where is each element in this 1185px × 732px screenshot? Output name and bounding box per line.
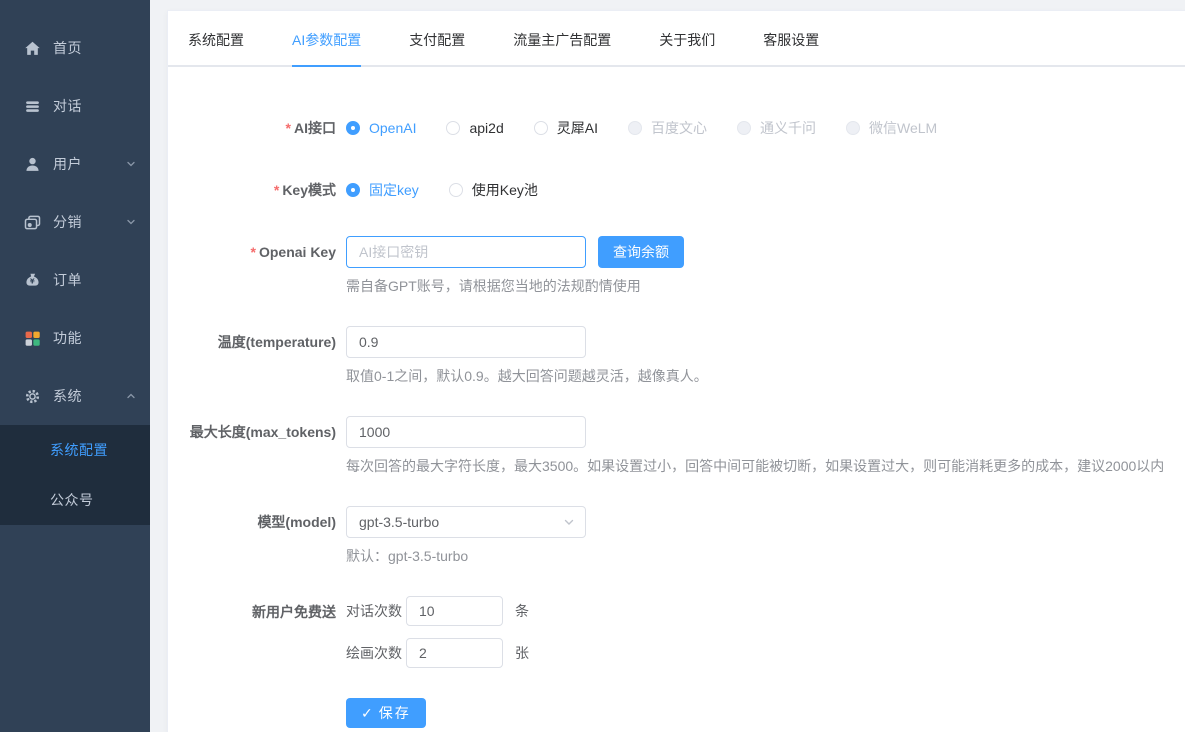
ai-params-form: *AI接口 OpenAI api2d 灵犀AI — [168, 67, 1185, 728]
required-asterisk: * — [251, 244, 256, 260]
chevron-down-icon — [126, 159, 136, 169]
money-bag-icon: ¥ — [24, 272, 41, 289]
openai-key-help-text: 需自备GPT账号，请根据您当地的法规酌情使用 — [346, 276, 684, 296]
sidebar-item-features[interactable]: 功能 — [0, 309, 150, 367]
tab-system-config[interactable]: 系统配置 — [188, 11, 244, 65]
model-help-text: 默认：gpt-3.5-turbo — [346, 546, 586, 566]
field-label: 温度(temperature) — [168, 326, 336, 386]
submenu-item-official-account[interactable]: 公众号 — [0, 475, 150, 525]
radio-lingxi-ai[interactable]: 灵犀AI — [534, 118, 598, 138]
check-icon: ✓ — [361, 705, 373, 722]
sidebar-item-system[interactable]: 系统 — [0, 367, 150, 425]
model-select[interactable]: gpt-3.5-turbo — [346, 506, 586, 538]
home-icon — [24, 40, 41, 57]
draw-quota-row: 绘画次数 张 — [346, 638, 529, 668]
radio-dot-icon — [346, 121, 360, 135]
save-button[interactable]: ✓ 保存 — [346, 698, 426, 728]
form-item-free-quota: 新用户免费送 对话次数 条 绘画次数 张 — [168, 596, 1185, 668]
gear-icon — [24, 388, 41, 405]
ai-interface-radio-group: OpenAI api2d 灵犀AI 百度文心 — [346, 112, 967, 144]
radio-dot-icon — [846, 121, 860, 135]
features-grid-icon — [24, 330, 41, 347]
tab-customer-service[interactable]: 客服设置 — [763, 11, 819, 65]
chat-quota-label: 对话次数 — [346, 601, 402, 621]
radio-dot-icon — [628, 121, 642, 135]
chevron-down-icon — [563, 516, 575, 528]
sidebar-item-label: 用户 — [53, 154, 82, 174]
chat-quota-input[interactable] — [406, 596, 503, 626]
tab-payment-config[interactable]: 支付配置 — [409, 11, 465, 65]
form-item-model: 模型(model) gpt-3.5-turbo 默认：gpt-3.5-turbo — [168, 506, 1185, 566]
draw-quota-label: 绘画次数 — [346, 643, 402, 663]
form-item-max-tokens: 最大长度(max_tokens) 每次回答的最大字符长度，最大3500。如果设置… — [168, 416, 1185, 476]
radio-key-pool[interactable]: 使用Key池 — [449, 180, 538, 200]
max-tokens-help-text: 每次回答的最大字符长度，最大3500。如果设置过小，回答中间可能被切断，如果设置… — [346, 456, 1164, 476]
sidebar-item-label: 对话 — [53, 96, 82, 116]
chat-list-icon — [24, 98, 41, 115]
radio-tongyi-qianwen: 通义千问 — [737, 118, 816, 138]
required-asterisk: * — [274, 182, 279, 198]
radio-api2d[interactable]: api2d — [446, 120, 503, 136]
form-item-ai-interface: *AI接口 OpenAI api2d 灵犀AI — [168, 112, 1185, 144]
form-item-temperature: 温度(temperature) 取值0-1之间，默认0.9。越大回答问题越灵活，… — [168, 326, 1185, 386]
chevron-down-icon — [126, 217, 136, 227]
submenu-item-system-config[interactable]: 系统配置 — [0, 425, 150, 475]
svg-text:¥: ¥ — [30, 277, 35, 285]
radio-openai[interactable]: OpenAI — [346, 120, 416, 136]
sidebar-item-label: 功能 — [53, 328, 82, 348]
chat-quota-unit: 条 — [515, 601, 529, 621]
radio-dot-icon — [737, 121, 751, 135]
sidebar-item-label: 首页 — [53, 38, 82, 58]
field-label: *AI接口 — [168, 112, 336, 144]
submenu-item-label: 系统配置 — [50, 440, 108, 460]
sidebar-item-orders[interactable]: ¥ 订单 — [0, 251, 150, 309]
sidebar: 首页 对话 用户 分销 ¥ — [0, 0, 150, 732]
tab-traffic-ads-config[interactable]: 流量主广告配置 — [513, 11, 611, 65]
radio-baidu-wenxin: 百度文心 — [628, 118, 707, 138]
sidebar-item-home[interactable]: 首页 — [0, 19, 150, 77]
max-tokens-input[interactable] — [346, 416, 586, 448]
user-icon — [24, 156, 41, 173]
chat-quota-row: 对话次数 条 — [346, 596, 529, 626]
sidebar-item-users[interactable]: 用户 — [0, 135, 150, 193]
sidebar-item-label: 系统 — [53, 386, 82, 406]
openai-key-input[interactable] — [346, 236, 586, 268]
radio-dot-icon — [449, 183, 463, 197]
form-item-openai-key: *Openai Key 查询余额 需自备GPT账号，请根据您当地的法规酌情使用 — [168, 236, 1185, 296]
field-label: *Key模式 — [168, 174, 336, 206]
field-label: 新用户免费送 — [168, 596, 336, 668]
draw-quota-input[interactable] — [406, 638, 503, 668]
check-balance-button[interactable]: 查询余额 — [598, 236, 684, 268]
distribution-icon — [24, 214, 41, 231]
temperature-help-text: 取值0-1之间，默认0.9。越大回答问题越灵活，越像真人。 — [346, 366, 708, 386]
model-select-value: gpt-3.5-turbo — [359, 514, 439, 530]
tab-about-us[interactable]: 关于我们 — [659, 11, 715, 65]
settings-card: 系统配置 AI参数配置 支付配置 流量主广告配置 关于我们 客服设置 *AI接口… — [167, 10, 1185, 732]
radio-dot-icon — [346, 183, 360, 197]
field-label: 最大长度(max_tokens) — [168, 416, 336, 476]
chevron-up-icon — [126, 391, 136, 401]
radio-dot-icon — [534, 121, 548, 135]
settings-tabs: 系统配置 AI参数配置 支付配置 流量主广告配置 关于我们 客服设置 — [168, 11, 1185, 67]
submenu-item-label: 公众号 — [50, 490, 94, 510]
sidebar-item-chat[interactable]: 对话 — [0, 77, 150, 135]
form-item-save: ✓ 保存 — [168, 698, 1185, 728]
sidebar-item-distribution[interactable]: 分销 — [0, 193, 150, 251]
key-mode-radio-group: 固定key 使用Key池 — [346, 174, 568, 206]
radio-weixin-welm: 微信WeLM — [846, 118, 937, 138]
save-button-label: 保存 — [379, 703, 411, 723]
form-item-key-mode: *Key模式 固定key 使用Key池 — [168, 174, 1185, 206]
required-asterisk: * — [286, 120, 291, 136]
temperature-input[interactable] — [346, 326, 586, 358]
main-content: 系统配置 AI参数配置 支付配置 流量主广告配置 关于我们 客服设置 *AI接口… — [150, 0, 1185, 732]
radio-fixed-key[interactable]: 固定key — [346, 180, 419, 200]
tab-ai-params[interactable]: AI参数配置 — [292, 11, 361, 65]
field-label: *Openai Key — [168, 236, 336, 296]
field-label: 模型(model) — [168, 506, 336, 566]
draw-quota-unit: 张 — [515, 643, 529, 663]
sidebar-item-label: 订单 — [53, 270, 82, 290]
sidebar-item-label: 分销 — [53, 212, 82, 232]
radio-dot-icon — [446, 121, 460, 135]
system-submenu: 系统配置 公众号 — [0, 425, 150, 525]
